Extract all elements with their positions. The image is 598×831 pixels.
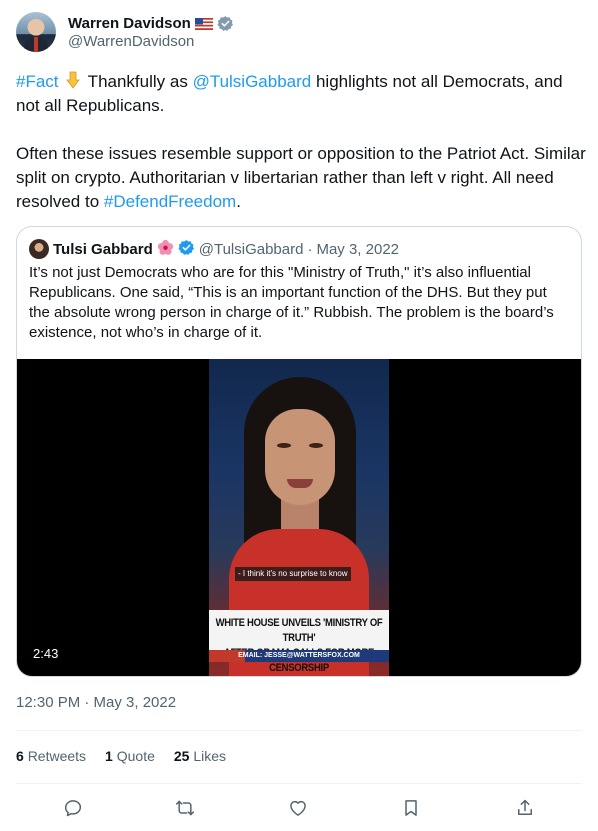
video-mouth: [287, 479, 313, 488]
tweet-stats: 6 Retweets 1 Quote 25 Likes: [16, 748, 226, 768]
quotes-stat[interactable]: 1 Quote: [105, 748, 155, 768]
quoted-tweet-header: Tulsi Gabbard @TulsiGabbard · May 3, 202…: [29, 239, 399, 259]
quotes-count: 1: [105, 748, 113, 764]
video-player[interactable]: - I think it's no surprise to know WHITE…: [17, 359, 581, 676]
tweet-paragraph-2: Often these issues resemble support or o…: [16, 142, 586, 214]
tweet-body: #Fact Thankfully as @TulsiGabbard highli…: [16, 70, 586, 214]
hashtag-fact-link[interactable]: #Fact: [16, 72, 59, 91]
tweet-paragraph-1: #Fact Thankfully as @TulsiGabbard highli…: [16, 70, 586, 118]
video-duration: 2:43: [33, 646, 59, 661]
reply-icon: [64, 800, 82, 817]
author-avatar[interactable]: [16, 12, 56, 52]
video-eye-right: [309, 443, 323, 448]
retweets-stat[interactable]: 6 Retweets: [16, 748, 86, 768]
bookmark-button[interactable]: [399, 796, 423, 820]
hibiscus-emoji-icon: [157, 239, 174, 260]
verified-badge-icon: [217, 15, 234, 32]
retweets-count: 6: [16, 748, 24, 764]
tweet-text-1: Thankfully as: [83, 72, 193, 91]
quoted-author-handle: @TulsiGabbard: [198, 240, 304, 258]
chyron-line-1: WHITE HOUSE UNVEILS 'MINISTRY OF TRUTH': [215, 616, 383, 645]
pointing-down-emoji-icon: [63, 70, 83, 90]
likes-stat[interactable]: 25 Likes: [174, 748, 226, 768]
share-icon: [518, 799, 532, 815]
share-button[interactable]: [513, 796, 537, 820]
retweets-label: Retweets: [27, 748, 87, 764]
divider-bottom: [16, 783, 582, 784]
hashtag-defendfreedom-link[interactable]: #DefendFreedom: [104, 192, 236, 211]
retweet-button[interactable]: [173, 796, 197, 820]
like-button[interactable]: [286, 796, 310, 820]
reply-button[interactable]: [61, 796, 85, 820]
quoted-tweet-card[interactable]: Tulsi Gabbard @TulsiGabbard · May 3, 202…: [16, 226, 582, 677]
quotes-label: Quote: [116, 748, 155, 764]
mention-tulsigabbard-link[interactable]: @TulsiGabbard: [193, 72, 312, 91]
video-ticker: EMAIL: JESSE@WATTERSFOX.COM: [209, 650, 389, 662]
likes-count: 25: [173, 748, 190, 764]
quoted-verified-badge-icon: [178, 239, 195, 260]
quoted-separator: ·: [307, 240, 313, 258]
quoted-tweet-text: It’s not just Democrats who are for this…: [29, 264, 554, 341]
bookmark-icon: [405, 800, 417, 816]
quoted-author-name: Tulsi Gabbard: [53, 240, 153, 258]
us-flag-icon: [194, 17, 213, 30]
likes-label: Likes: [193, 748, 227, 764]
tweet-header: Warren Davidson @WarrenDavidson: [16, 12, 582, 54]
author-handle[interactable]: @WarrenDavidson: [68, 33, 194, 50]
like-icon: [290, 800, 306, 816]
avatar-tie: [34, 37, 38, 52]
author-display-name[interactable]: Warren Davidson: [68, 15, 191, 32]
video-frame: - I think it's no surprise to know WHITE…: [209, 359, 389, 676]
author-name-row: Warren Davidson: [68, 13, 234, 33]
tweet-text-3: Often these issues resemble support or o…: [16, 144, 586, 211]
divider-top: [16, 730, 582, 731]
retweet-icon: [175, 800, 195, 816]
tweet-text-4: .: [236, 192, 241, 211]
tweet-actions: [16, 796, 582, 820]
quoted-tweet-date: May 3, 2022: [316, 240, 400, 258]
video-face: [265, 409, 335, 505]
video-eye-left: [277, 443, 291, 448]
quoted-author-avatar: [29, 239, 49, 259]
tweet-timestamp[interactable]: 12:30 PM · May 3, 2022: [16, 694, 176, 711]
video-subtitle: - I think it's no surprise to know: [235, 567, 351, 581]
